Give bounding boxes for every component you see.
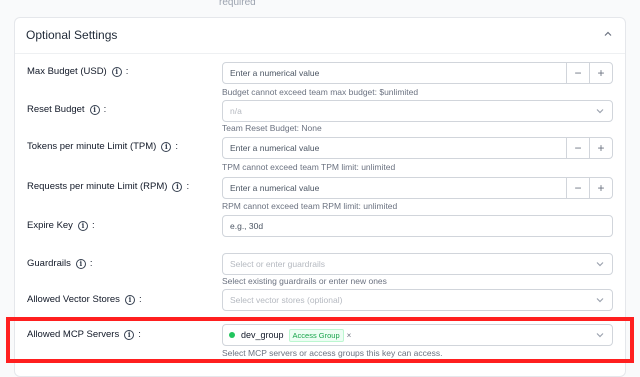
rpm-label: Requests per minute Limit (RPM) i: — [27, 181, 190, 192]
expire-key-field[interactable] — [223, 216, 612, 236]
expire-key-label: Expire Key i: — [27, 220, 95, 231]
decrement-button[interactable]: − — [566, 138, 589, 158]
decrement-button[interactable]: − — [566, 63, 589, 83]
guardrails-placeholder: Select or enter guardrails — [230, 259, 325, 269]
rpm-input[interactable]: − + — [222, 177, 613, 199]
chevron-down-icon[interactable] — [588, 295, 612, 305]
max-budget-label: Max Budget (USD) i: — [27, 66, 129, 77]
max-budget-input[interactable]: − + — [222, 62, 613, 84]
reset-budget-select[interactable]: n/a — [222, 100, 613, 122]
guardrails-select[interactable]: Select or enter guardrails — [222, 253, 613, 275]
info-icon[interactable]: i — [124, 294, 135, 305]
tpm-input[interactable]: − + — [222, 137, 613, 159]
vector-stores-placeholder: Select vector stores (optional) — [230, 295, 343, 305]
decrement-button[interactable]: − — [566, 178, 589, 198]
tpm-field[interactable] — [223, 138, 566, 158]
tpm-label: Tokens per minute Limit (TPM) i: — [27, 141, 178, 152]
guardrails-help: Select existing guardrails or enter new … — [222, 276, 387, 286]
vector-stores-label: Allowed Vector Stores i: — [27, 294, 142, 305]
reset-budget-label: Reset Budget i: — [27, 104, 107, 115]
info-icon[interactable]: i — [75, 258, 86, 269]
info-icon[interactable]: i — [161, 141, 172, 152]
info-icon[interactable]: i — [77, 220, 88, 231]
required-hint: required — [219, 0, 256, 8]
expire-key-input[interactable] — [222, 215, 613, 237]
max-budget-field[interactable] — [223, 63, 566, 83]
rpm-help: RPM cannot exceed team RPM limit: unlimi… — [222, 201, 398, 211]
increment-button[interactable]: + — [589, 138, 612, 158]
info-icon[interactable]: i — [89, 104, 100, 115]
guardrails-label: Guardrails i: — [27, 258, 93, 269]
reset-budget-value: n/a — [230, 106, 242, 116]
info-icon[interactable]: i — [172, 181, 183, 192]
chevron-down-icon[interactable] — [588, 259, 612, 269]
optional-settings-header[interactable]: Optional Settings — [15, 18, 625, 54]
increment-button[interactable]: + — [589, 63, 612, 83]
tpm-help: TPM cannot exceed team TPM limit: unlimi… — [222, 162, 396, 172]
chevron-up-icon[interactable] — [603, 29, 613, 39]
increment-button[interactable]: + — [589, 178, 612, 198]
max-budget-help: Budget cannot exceed team max budget: $u… — [222, 87, 419, 97]
chevron-down-icon[interactable] — [588, 106, 612, 116]
info-icon[interactable]: i — [111, 66, 122, 77]
rpm-field[interactable] — [223, 178, 566, 198]
section-title: Optional Settings — [26, 28, 118, 42]
highlight-box — [6, 317, 634, 363]
reset-budget-help: Team Reset Budget: None — [222, 123, 322, 133]
vector-stores-select[interactable]: Select vector stores (optional) — [222, 289, 613, 311]
